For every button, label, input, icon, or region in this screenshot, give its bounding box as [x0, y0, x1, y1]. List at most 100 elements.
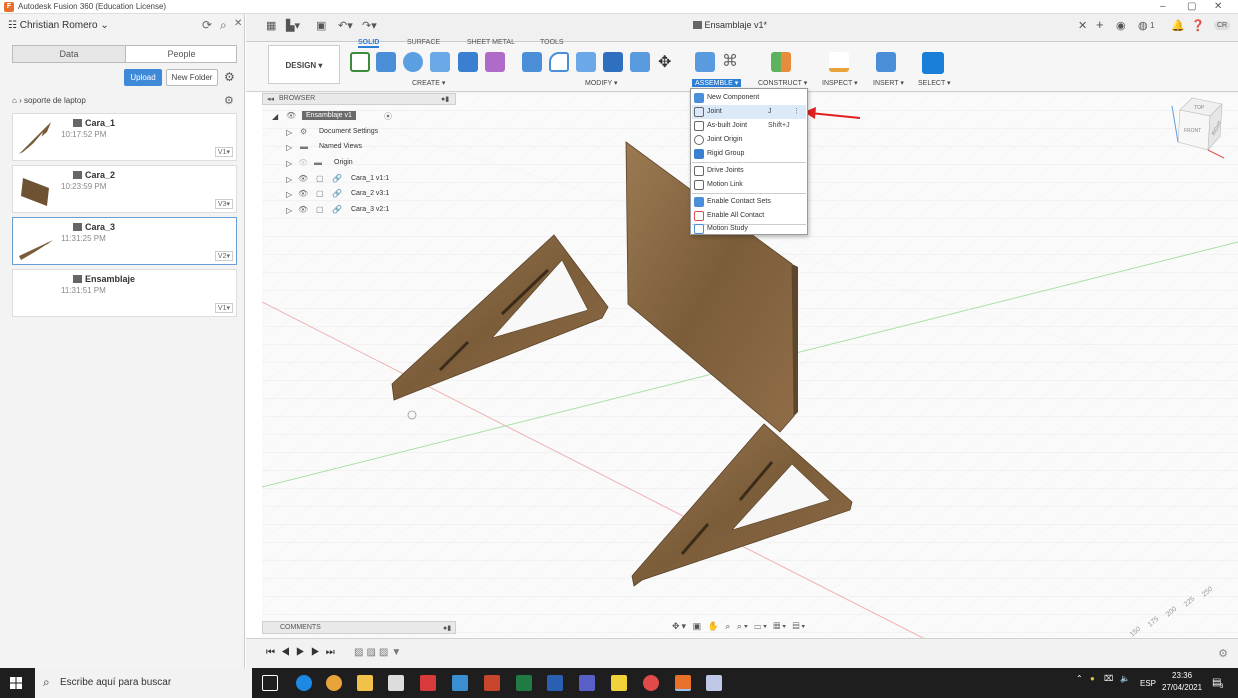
display-settings-icon[interactable]: ▭▾ [754, 621, 769, 631]
folder-settings-icon[interactable]: ⚙ [224, 94, 234, 107]
browser-header[interactable]: ◂◂ BROWSER ●▮ [262, 93, 456, 105]
tab-data[interactable]: Data [13, 46, 125, 62]
visibility-eye-icon[interactable]: 👁 [298, 189, 308, 198]
store-icon[interactable] [388, 675, 404, 691]
browser-item-origin[interactable]: ▷ 👁 ▬ Origin [262, 157, 456, 172]
combine-icon[interactable] [603, 52, 623, 72]
insert-image-icon[interactable] [876, 52, 896, 72]
timeline-settings-gear-icon[interactable]: ⚙ [1218, 647, 1228, 660]
insert-menu[interactable]: INSERT ▾ [873, 79, 904, 87]
shell-icon[interactable] [576, 52, 596, 72]
play-icon[interactable]: ▶ [296, 647, 311, 658]
grid-settings-icon[interactable]: ▦▾ [773, 621, 788, 631]
create-form-icon[interactable] [485, 52, 505, 72]
offset-plane-icon[interactable] [771, 52, 791, 72]
extrude-icon[interactable] [376, 52, 396, 72]
visibility-eye-icon[interactable]: 👁 [298, 174, 308, 183]
measure-icon[interactable] [829, 52, 849, 72]
breadcrumb-folder[interactable]: soporte de laptop [24, 96, 86, 105]
tray-app-icon[interactable]: ● [1090, 674, 1095, 683]
version-badge[interactable]: V1▾ [214, 147, 233, 157]
menu-item-as-built-joint[interactable]: As-built Joint Shift+J [692, 119, 806, 133]
timeline-marker-icon[interactable]: ▼ [391, 647, 404, 658]
visibility-eye-icon[interactable]: 👁 [298, 158, 308, 167]
new-folder-button[interactable]: New Folder [166, 69, 218, 86]
upload-button[interactable]: Upload [124, 69, 162, 86]
expand-triangle-icon[interactable]: ▷ [286, 206, 292, 215]
tab-solid[interactable]: SOLID [358, 39, 380, 48]
zoom-icon[interactable]: ⌕ [725, 621, 732, 631]
close-window-icon[interactable]: ✕ [1214, 1, 1222, 12]
user-avatar[interactable]: CR [1214, 21, 1231, 30]
extensions-icon[interactable]: ◉ [1116, 19, 1126, 32]
go-to-start-icon[interactable]: ⏮ [266, 647, 281, 658]
word-icon[interactable] [547, 675, 563, 691]
maximize-icon[interactable]: ▢ [1187, 1, 1196, 12]
chrome-icon[interactable] [326, 675, 342, 691]
tab-people[interactable]: People [125, 46, 237, 62]
timeline-feature-icon[interactable]: ▨ [366, 647, 378, 658]
teams-icon[interactable] [579, 675, 595, 691]
breadcrumb[interactable]: ⌂ › soporte de laptop [12, 96, 86, 105]
close-panel-icon[interactable]: ✕ [234, 18, 242, 29]
expand-triangle-icon[interactable]: ▷ [286, 190, 292, 199]
move-copy-icon[interactable]: ✥ [658, 52, 671, 72]
menu-item-joint[interactable]: Joint J ⋮ [692, 105, 806, 119]
file-menu-icon[interactable]: ▙▾ [286, 19, 300, 32]
menu-item-enable-contact-sets[interactable]: Enable Contact Sets [692, 195, 806, 209]
visibility-eye-icon[interactable]: 👁 [298, 205, 308, 214]
viewports-icon[interactable]: ▤▾ [793, 621, 808, 631]
tab-tools[interactable]: TOOLS [540, 39, 564, 46]
browser-root[interactable]: ◢ 👁 Ensamblaje v1 ⦿ [262, 110, 456, 125]
select-menu[interactable]: SELECT ▾ [918, 79, 951, 87]
comments-panel[interactable]: COMMENTS ●▮ [262, 621, 456, 634]
new-tab-icon[interactable]: + [1096, 17, 1104, 32]
job-status-icon[interactable]: ◍ [1138, 19, 1148, 32]
file-card-cara-1[interactable]: Cara_1 10:17:52 PM V1▾ [12, 113, 237, 161]
windows-start-icon[interactable] [10, 677, 22, 689]
menu-item-enable-all-contact[interactable]: Enable All Contact [692, 209, 806, 223]
browser-item-cara-3[interactable]: ▷ 👁 ▢ 🔗 Cara_3 v2:1 [262, 204, 456, 219]
expand-triangle-icon[interactable]: ▷ [286, 175, 292, 184]
network-icon[interactable]: ⌧ [1104, 674, 1113, 683]
revolve-icon[interactable] [403, 52, 423, 72]
menu-item-new-component[interactable]: New Component [692, 91, 806, 105]
fusion-360-taskbar-icon[interactable] [675, 675, 691, 691]
redo-icon[interactable]: ↷▾ [362, 19, 377, 32]
new-sketch-icon[interactable] [350, 52, 370, 72]
workspace-switcher[interactable]: DESIGN ▾ [268, 45, 340, 84]
acrobat-icon[interactable] [420, 675, 436, 691]
zoom-window-icon[interactable]: ⌕▾ [737, 621, 750, 631]
refresh-icon[interactable]: ⟳ [202, 18, 212, 32]
volume-icon[interactable]: 🔈 [1120, 674, 1130, 683]
language-indicator[interactable]: ESP [1140, 679, 1156, 688]
pattern-icon[interactable] [458, 52, 478, 72]
version-badge[interactable]: V3▾ [214, 199, 233, 209]
taskbar-search-box[interactable]: ⌕ Escribe aquí para buscar [35, 668, 252, 698]
settings-gear-icon[interactable]: ⚙ [224, 70, 235, 84]
search-icon[interactable]: ⌕ [220, 18, 227, 33]
version-badge[interactable]: V2▾ [214, 251, 233, 261]
orbit-icon[interactable]: ✥▾ [672, 621, 688, 631]
menu-item-rigid-group[interactable]: Rigid Group [692, 147, 806, 161]
minimize-icon[interactable]: – [1160, 1, 1166, 12]
modify-menu[interactable]: MODIFY ▾ [585, 79, 618, 87]
file-card-cara-2[interactable]: Cara_2 10:23:59 PM V3▾ [12, 165, 237, 213]
home-icon[interactable]: ⌂ [12, 96, 17, 105]
construct-menu[interactable]: CONSTRUCT ▾ [758, 79, 807, 87]
pan-icon[interactable]: ✋ [708, 621, 721, 631]
fillet-icon[interactable] [549, 52, 569, 72]
version-badge[interactable]: V1▾ [214, 303, 233, 313]
data-panel-toggle-icon[interactable]: ▦ [266, 19, 276, 32]
powerpoint-icon[interactable] [484, 675, 500, 691]
sticky-notes-icon[interactable] [611, 675, 627, 691]
document-tab[interactable]: Ensamblaje v1* [693, 20, 767, 30]
paint-icon[interactable] [706, 675, 722, 691]
step-back-icon[interactable]: ◀ [281, 647, 296, 658]
file-card-ensamblaje[interactable]: Ensamblaje 11:31:51 PM V1▾ [12, 269, 237, 317]
inspect-menu[interactable]: INSPECT ▾ [822, 79, 858, 87]
timeline-feature-icon[interactable]: ▨ [379, 647, 391, 658]
sweep-icon[interactable] [430, 52, 450, 72]
chrome-profile-icon[interactable] [643, 675, 659, 691]
browser-item-cara-1[interactable]: ▷ 👁 ▢ 🔗 Cara_1 v1:1 [262, 173, 456, 188]
